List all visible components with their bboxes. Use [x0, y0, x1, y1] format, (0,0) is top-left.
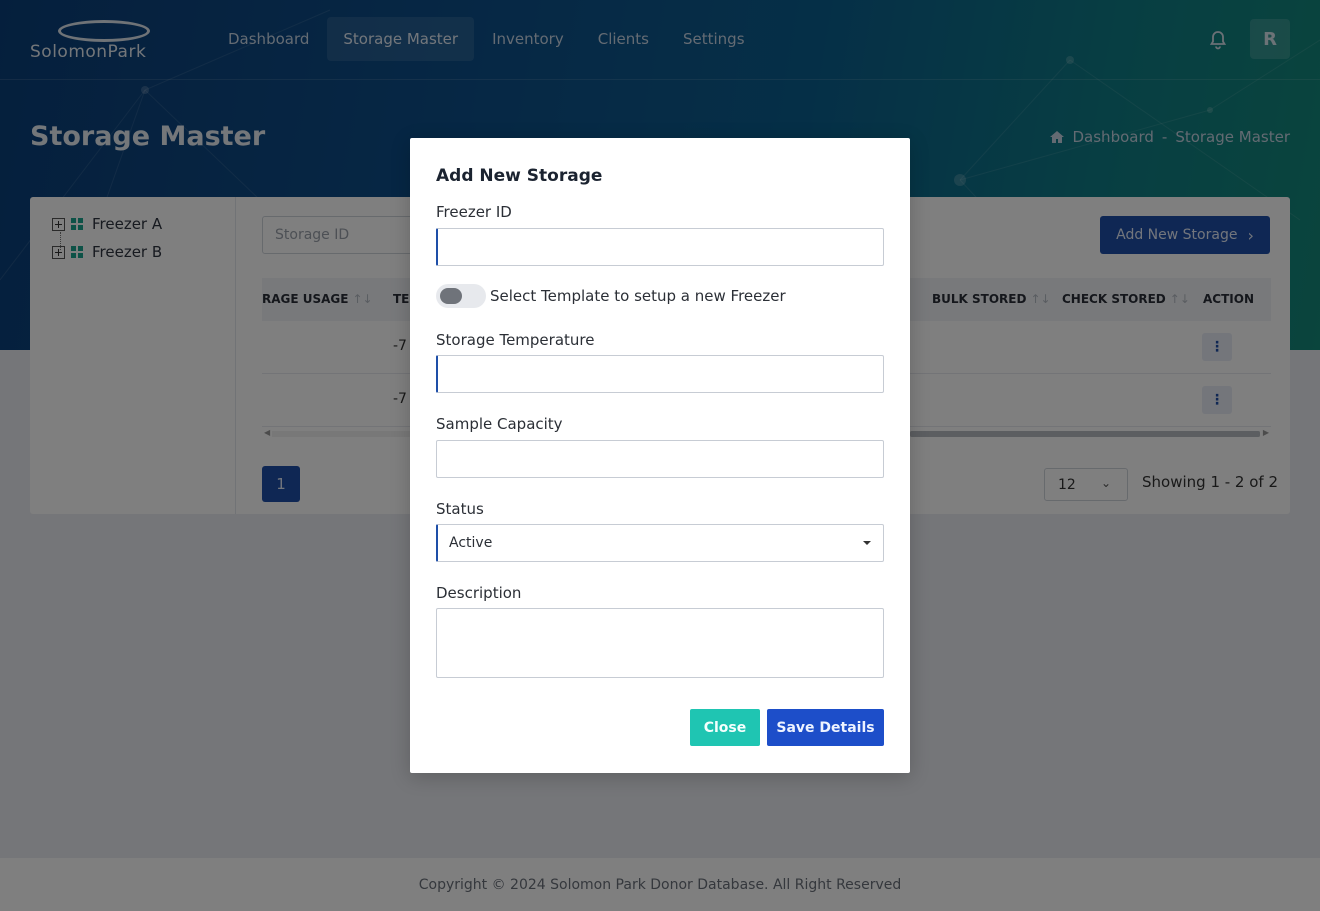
description-textarea[interactable] — [436, 608, 884, 678]
template-toggle[interactable] — [436, 284, 486, 308]
status-value: Active — [449, 535, 493, 551]
close-button[interactable]: Close — [690, 709, 760, 746]
sample-capacity-label: Sample Capacity — [436, 415, 563, 433]
storage-temperature-field[interactable] — [436, 355, 884, 393]
add-storage-modal: Add New Storage Freezer ID Select Templa… — [410, 138, 910, 773]
save-details-button[interactable]: Save Details — [767, 709, 884, 746]
status-label: Status — [436, 500, 484, 518]
caret-down-icon — [863, 541, 871, 545]
freezer-id-label: Freezer ID — [436, 203, 512, 221]
toggle-knob — [440, 288, 462, 304]
description-label: Description — [436, 584, 522, 602]
storage-temperature-label: Storage Temperature — [436, 331, 595, 349]
freezer-id-field[interactable] — [436, 228, 884, 266]
sample-capacity-field[interactable] — [436, 440, 884, 478]
status-select[interactable]: Active — [436, 524, 884, 562]
template-toggle-label: Select Template to setup a new Freezer — [490, 287, 786, 305]
modal-title: Add New Storage — [436, 166, 603, 186]
